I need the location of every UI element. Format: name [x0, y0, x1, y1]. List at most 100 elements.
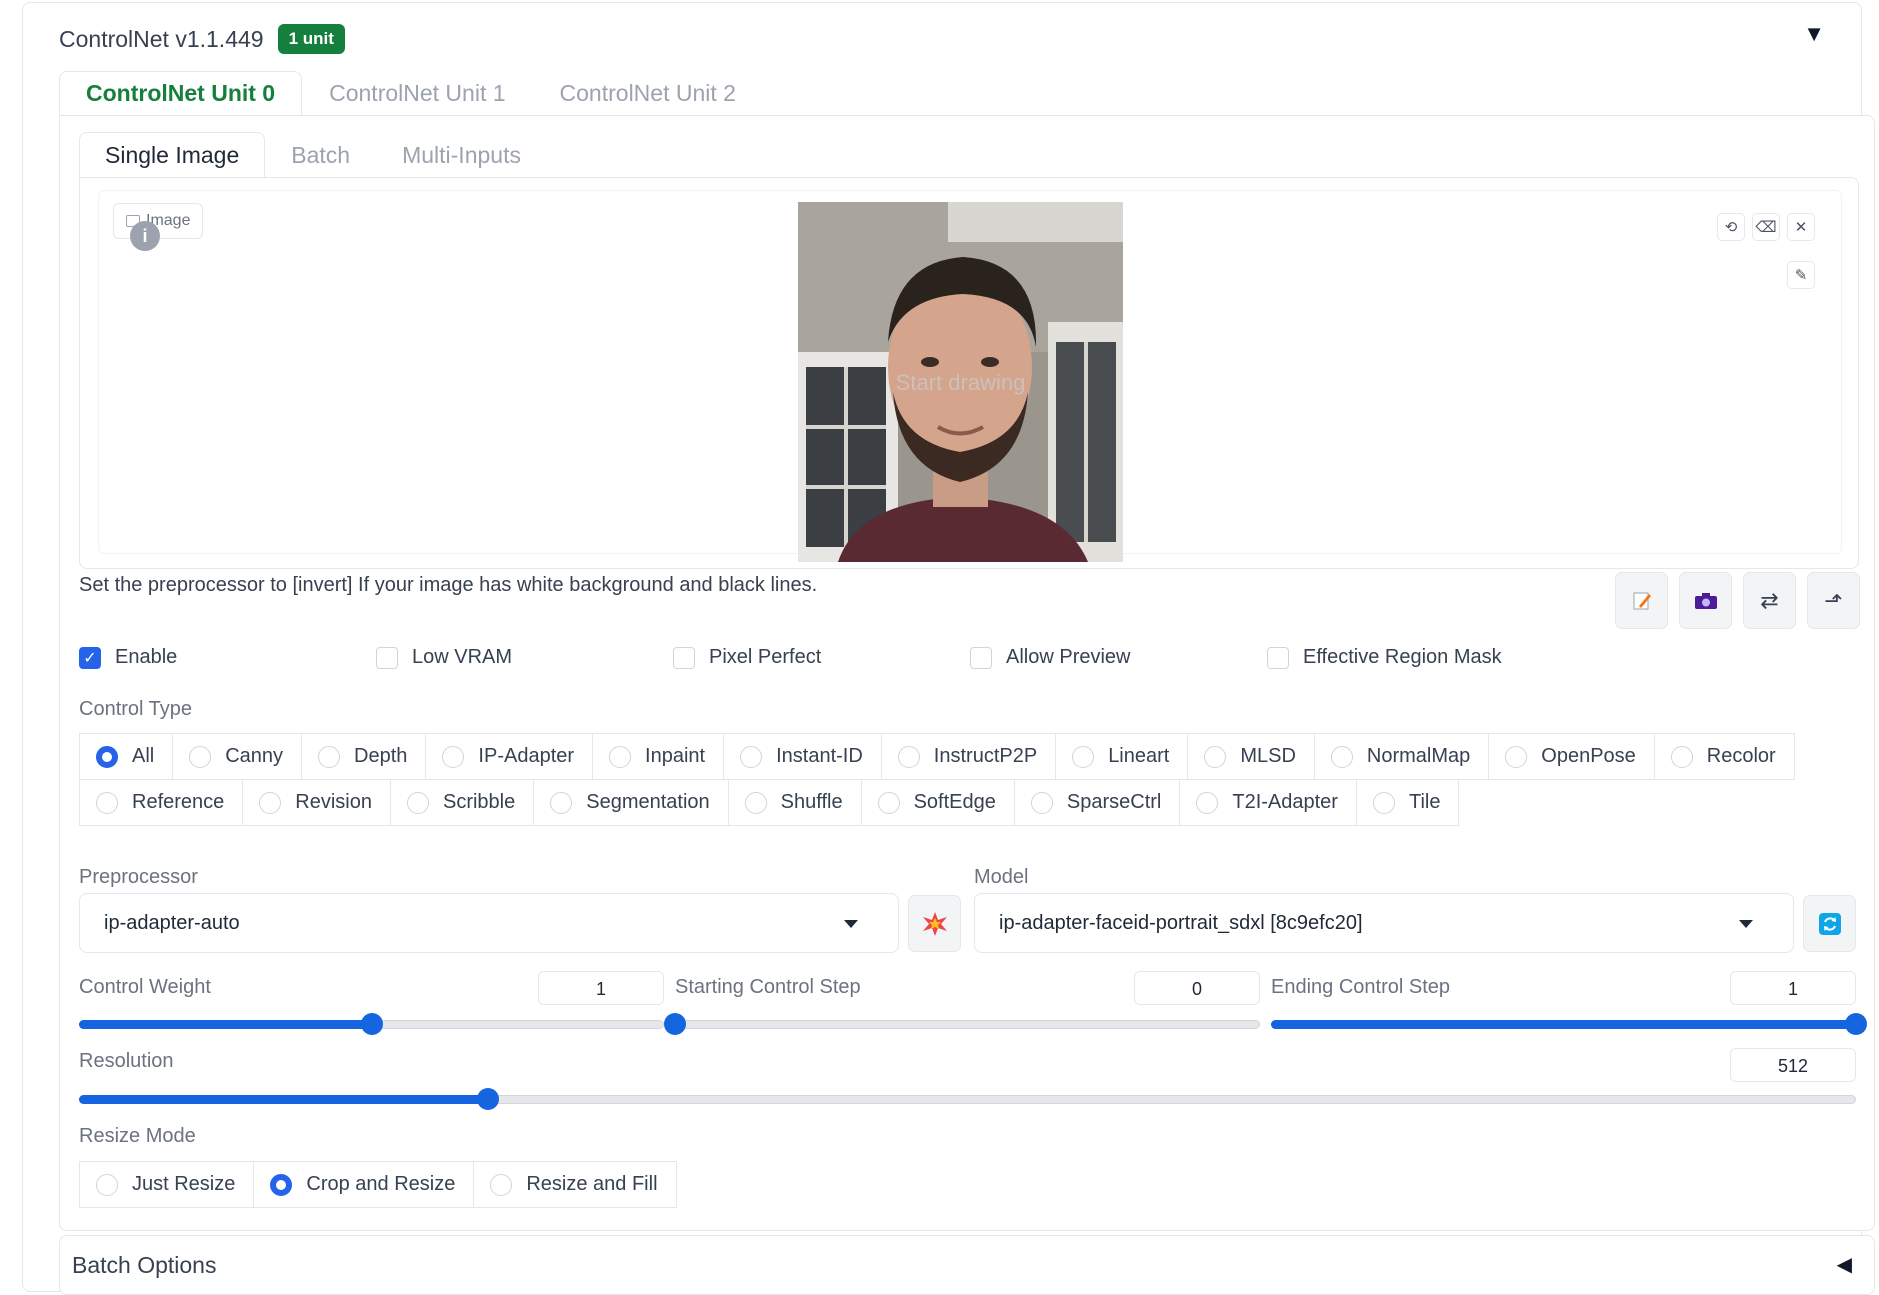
- resize-mode-radio-group: Just Resize Crop and Resize Resize and Fil…: [79, 1161, 677, 1208]
- radio-dot: [1505, 745, 1528, 768]
- control-type-label: Control Type: [79, 698, 193, 720]
- starting-control-step-slider[interactable]: [664, 1013, 1260, 1035]
- slider-thumb[interactable]: [476, 1088, 499, 1110]
- control-type-normalmap[interactable]: NormalMap: [1313, 733, 1490, 780]
- model-dropdown[interactable]: ip-adapter-faceid-portrait_sdxl [8c9efc2…: [974, 893, 1794, 953]
- radio-label: All: [132, 745, 155, 767]
- radio-dot: [740, 745, 763, 768]
- control-type-recolor[interactable]: Recolor: [1653, 733, 1795, 780]
- control-weight-input[interactable]: 1: [538, 971, 664, 1005]
- resolution-slider[interactable]: [79, 1088, 1856, 1110]
- unit-tabs: ControlNet Unit 0 ControlNet Unit 1 Cont…: [59, 71, 763, 116]
- input-tabs: Single Image Batch Multi-Inputs: [79, 132, 547, 178]
- radio-label: Reference: [132, 791, 225, 813]
- batch-options-title: Batch Options: [72, 1252, 217, 1278]
- starting-control-step-input[interactable]: 0: [1134, 971, 1260, 1005]
- refresh-models-button[interactable]: [1803, 895, 1856, 952]
- unit-options-row: ✓ Enable Low VRAM Pixel Perfect Allow Pr…: [79, 646, 1859, 676]
- preprocessor-dropdown[interactable]: ip-adapter-auto: [79, 893, 899, 953]
- mirror-icon[interactable]: ⇄: [1743, 572, 1796, 629]
- control-weight-slider[interactable]: [79, 1013, 664, 1035]
- resize-mode-crop-and-resize[interactable]: Crop and Resize: [253, 1161, 475, 1208]
- radio-dot: [1196, 791, 1219, 814]
- radio-dot: [1204, 745, 1227, 768]
- control-type-canny[interactable]: Canny: [172, 733, 303, 780]
- control-type-tile[interactable]: Tile: [1355, 779, 1460, 826]
- radio-dot: [96, 791, 118, 814]
- uploaded-photo[interactable]: Start drawing: [798, 202, 1123, 562]
- slider-track: [675, 1020, 1260, 1029]
- controlnet-header[interactable]: ControlNet v1.1.449 1 unit: [59, 21, 345, 57]
- enable-checkbox[interactable]: ✓ Enable: [79, 646, 177, 669]
- radio-label: Lineart: [1108, 745, 1170, 767]
- unit-panel: Single Image Batch Multi-Inputs Image i: [59, 115, 1875, 1231]
- radio-dot: [189, 745, 212, 768]
- radio-label: Canny: [225, 745, 284, 767]
- control-type-sparsectrl[interactable]: SparseCtrl: [1013, 779, 1181, 826]
- control-type-instant-id[interactable]: Instant-ID: [723, 733, 882, 780]
- low-vram-checkbox[interactable]: Low VRAM: [376, 646, 512, 669]
- brush-icon[interactable]: ✎: [1787, 261, 1815, 289]
- control-type-instructp2p[interactable]: InstructP2P: [880, 733, 1057, 780]
- control-type-ip-adapter[interactable]: IP-Adapter: [425, 733, 594, 780]
- batch-options-accordion[interactable]: Batch Options ◀: [59, 1235, 1875, 1295]
- control-type-shuffle[interactable]: Shuffle: [727, 779, 862, 826]
- resolution-input[interactable]: 512: [1730, 1048, 1856, 1082]
- control-type-reference[interactable]: Reference: [79, 779, 244, 826]
- slider-thumb[interactable]: [360, 1013, 383, 1035]
- control-type-all[interactable]: All: [79, 733, 174, 780]
- controlnet-title: ControlNet v1.1.449: [59, 25, 264, 52]
- allow-preview-label: Allow Preview: [1006, 646, 1131, 668]
- radio-dot: [609, 745, 632, 768]
- explosion-icon: [922, 911, 947, 936]
- ending-control-step-slider[interactable]: [1271, 1013, 1867, 1035]
- tab-controlnet-unit-1[interactable]: ControlNet Unit 1: [302, 71, 532, 116]
- slider-thumb[interactable]: [664, 1013, 686, 1035]
- control-type-scribble[interactable]: Scribble: [389, 779, 535, 826]
- control-type-t2i-adapter[interactable]: T2I-Adapter: [1179, 779, 1357, 826]
- expand-arrow-icon[interactable]: ◀: [1837, 1252, 1852, 1277]
- create-canvas-icon[interactable]: [1615, 572, 1668, 629]
- resize-mode-resize-and-fill[interactable]: Resize and Fill: [473, 1161, 677, 1208]
- tab-multi-inputs[interactable]: Multi-Inputs: [376, 132, 547, 178]
- radio-label: Segmentation: [586, 791, 710, 813]
- control-type-openpose[interactable]: OpenPose: [1488, 733, 1655, 780]
- control-type-lineart[interactable]: Lineart: [1055, 733, 1189, 780]
- control-type-inpaint[interactable]: Inpaint: [592, 733, 725, 780]
- tab-batch[interactable]: Batch: [265, 132, 376, 178]
- radio-label: Revision: [295, 791, 372, 813]
- allow-preview-checkbox[interactable]: Allow Preview: [970, 646, 1130, 669]
- start-drawing-text: Start drawing: [895, 370, 1026, 395]
- control-type-revision[interactable]: Revision: [242, 779, 391, 826]
- tab-controlnet-unit-2[interactable]: ControlNet Unit 2: [533, 71, 763, 116]
- radio-label: Just Resize: [132, 1173, 236, 1195]
- control-type-depth[interactable]: Depth: [301, 733, 427, 780]
- pixel-perfect-checkbox[interactable]: Pixel Perfect: [673, 646, 821, 669]
- starting-control-step-label: Starting Control Step: [675, 976, 861, 998]
- send-dimensions-icon[interactable]: ⬏: [1807, 572, 1860, 629]
- slider-thumb[interactable]: [1845, 1013, 1867, 1035]
- tab-single-image[interactable]: Single Image: [79, 132, 266, 178]
- close-icon[interactable]: ✕: [1787, 213, 1815, 241]
- checkbox-box: [970, 646, 992, 669]
- eraser-icon[interactable]: ⌫: [1752, 213, 1780, 241]
- radio-label: SparseCtrl: [1066, 791, 1162, 813]
- ending-control-step-input[interactable]: 1: [1730, 971, 1856, 1005]
- checkbox-box: [1267, 646, 1289, 669]
- run-preprocessor-button[interactable]: [908, 895, 961, 952]
- undo-icon[interactable]: ⟲: [1717, 213, 1745, 241]
- resize-mode-just-resize[interactable]: Just Resize: [79, 1161, 255, 1208]
- image-canvas[interactable]: Image i Start drawing ⟲ ⌫ ✕ ✎: [98, 190, 1842, 562]
- control-type-mlsd[interactable]: MLSD: [1187, 733, 1315, 780]
- info-icon[interactable]: i: [130, 221, 160, 251]
- checkbox-box: [673, 646, 695, 669]
- effective-region-mask-checkbox[interactable]: Effective Region Mask: [1267, 646, 1502, 669]
- control-type-softedge[interactable]: SoftEdge: [860, 779, 1015, 826]
- image-action-buttons: ⇄ ⬏: [1615, 572, 1860, 629]
- webcam-icon[interactable]: [1679, 572, 1732, 629]
- collapse-arrow-icon[interactable]: ▼: [1803, 21, 1825, 47]
- slider-fill: [79, 1095, 488, 1104]
- tab-controlnet-unit-0[interactable]: ControlNet Unit 0: [59, 71, 303, 116]
- radio-label: Instant-ID: [776, 745, 863, 767]
- control-type-segmentation[interactable]: Segmentation: [533, 779, 729, 826]
